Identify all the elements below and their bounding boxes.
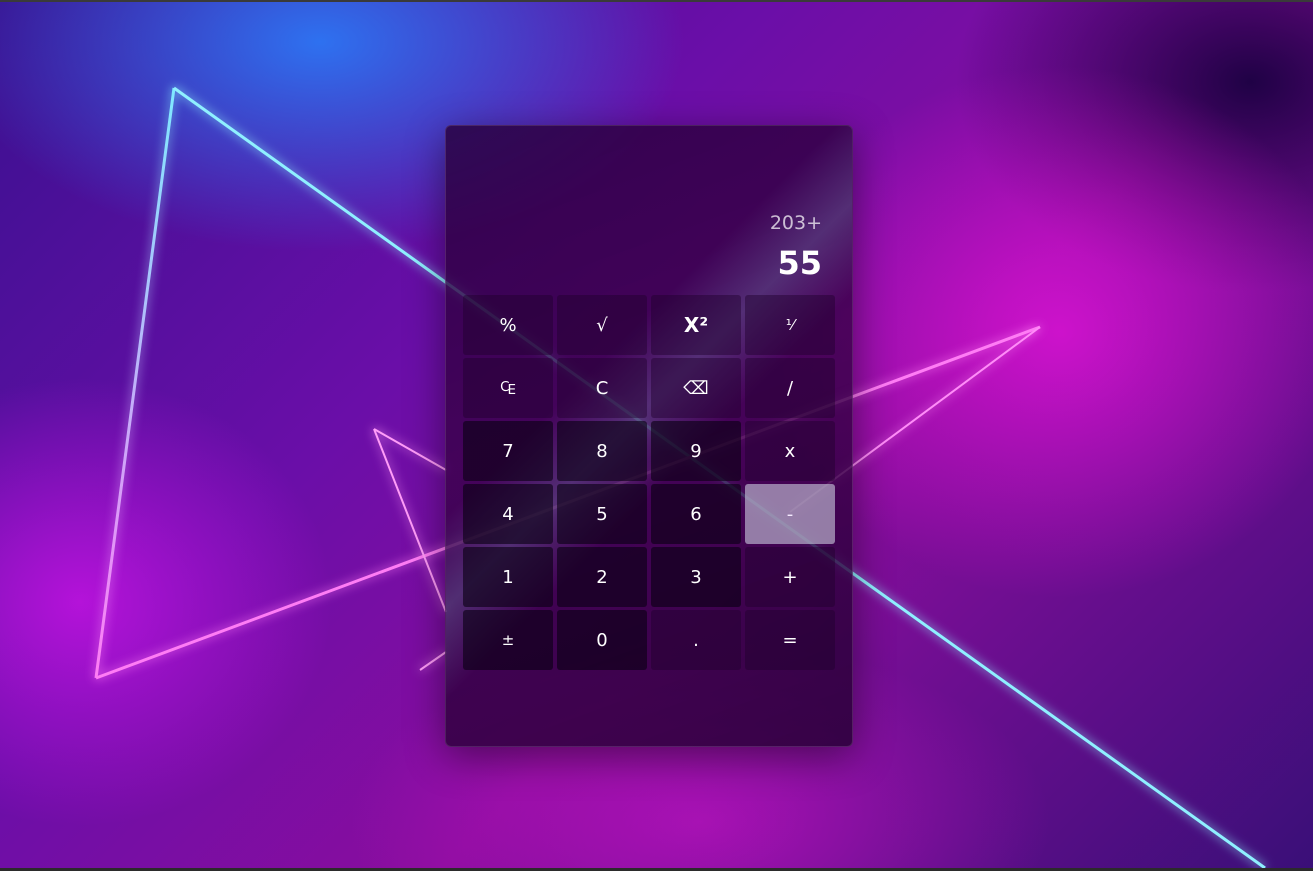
expression-display: 203+ <box>769 212 822 234</box>
digit-5-button[interactable]: 5 <box>557 484 647 544</box>
negate-button[interactable]: ± <box>463 610 553 670</box>
clear-entry-button[interactable]: ₠ <box>463 358 553 418</box>
multiply-button[interactable]: x <box>745 421 835 481</box>
digit-3-button[interactable]: 3 <box>651 547 741 607</box>
result-display: 55 <box>777 244 822 282</box>
percent-button[interactable]: % <box>463 295 553 355</box>
calculator-panel: 203+ 55 % √ X² ¹⁄ ₠ C ⌫ / 7 8 9 x 4 5 6 … <box>445 125 853 747</box>
add-button[interactable]: + <box>745 547 835 607</box>
digit-7-button[interactable]: 7 <box>463 421 553 481</box>
equals-button[interactable]: = <box>745 610 835 670</box>
subtract-button[interactable]: - <box>745 484 835 544</box>
keypad: % √ X² ¹⁄ ₠ C ⌫ / 7 8 9 x 4 5 6 - 1 2 3 … <box>463 295 835 670</box>
digit-0-button[interactable]: 0 <box>557 610 647 670</box>
digit-8-button[interactable]: 8 <box>557 421 647 481</box>
reciprocal-button[interactable]: ¹⁄ <box>745 295 835 355</box>
divide-button[interactable]: / <box>745 358 835 418</box>
digit-6-button[interactable]: 6 <box>651 484 741 544</box>
square-root-button[interactable]: √ <box>557 295 647 355</box>
digit-4-button[interactable]: 4 <box>463 484 553 544</box>
digit-9-button[interactable]: 9 <box>651 421 741 481</box>
backspace-button[interactable]: ⌫ <box>651 358 741 418</box>
digit-2-button[interactable]: 2 <box>557 547 647 607</box>
square-button[interactable]: X² <box>651 295 741 355</box>
digit-1-button[interactable]: 1 <box>463 547 553 607</box>
clear-button[interactable]: C <box>557 358 647 418</box>
decimal-button[interactable]: . <box>651 610 741 670</box>
